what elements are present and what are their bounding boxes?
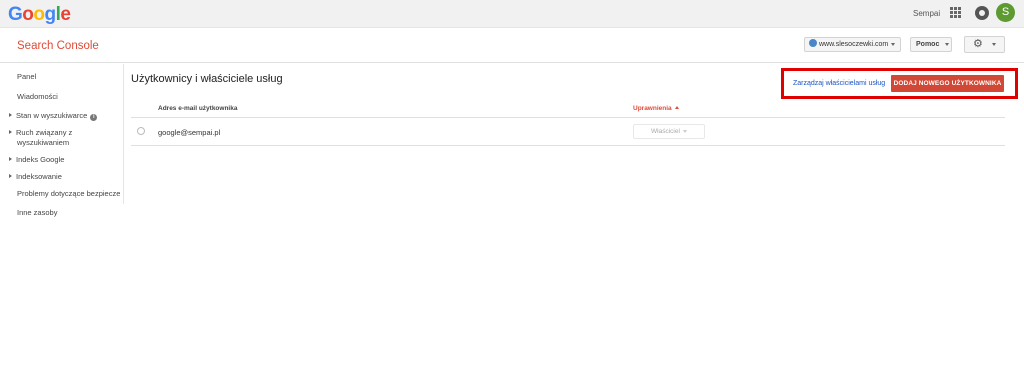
- column-header-permissions[interactable]: Uprawnienia: [633, 105, 679, 112]
- expand-arrow-icon: [9, 113, 12, 117]
- expand-arrow-icon: [9, 174, 12, 178]
- sidebar-item-label: Wiadomości: [17, 92, 58, 101]
- column-header-permissions-label: Uprawnienia: [633, 105, 672, 112]
- logo-letter: g: [44, 4, 57, 25]
- expand-arrow-icon: [9, 130, 12, 134]
- logo-letter: o: [33, 4, 45, 25]
- site-selector-label: www.slesoczewki.com: [819, 41, 889, 48]
- logo-letter: e: [60, 4, 71, 25]
- sidebar-item-label: Ruch związany z: [16, 128, 73, 137]
- role-selector-label: Właściciel: [651, 128, 680, 135]
- chevron-down-icon: [945, 42, 950, 46]
- site-globe-icon: [809, 39, 817, 47]
- google-logo[interactable]: Google: [8, 4, 71, 26]
- table-row: google@sempai.pl Właściciel: [131, 119, 1005, 146]
- role-selector[interactable]: Właściciel: [633, 124, 705, 139]
- sidebar-item-messages[interactable]: Wiadomości: [17, 92, 58, 102]
- sort-ascending-icon: [674, 106, 679, 109]
- sidebar-item-panel[interactable]: Panel: [17, 72, 36, 82]
- gear-icon: ⚙: [973, 38, 983, 50]
- chevron-down-icon: [682, 129, 687, 133]
- users-table: Adres e-mail użytkownika Uprawnienia goo…: [131, 101, 1005, 146]
- logo-letter: G: [8, 4, 23, 25]
- avatar[interactable]: S: [996, 3, 1015, 22]
- sidebar-item-label: Stan w wyszukiwarce: [16, 111, 88, 120]
- user-email: google@sempai.pl: [158, 128, 221, 137]
- sidebar-item-crawl[interactable]: Indeksowanie: [9, 172, 62, 182]
- page-title: Użytkownicy i właściciele usług: [131, 73, 283, 85]
- table-header: Adres e-mail użytkownika Uprawnienia: [131, 101, 1005, 118]
- sidebar-item-label: Problemy dotyczące bezpiecze: [17, 189, 121, 198]
- username[interactable]: Sempai: [913, 9, 940, 18]
- expand-arrow-icon: [9, 157, 12, 161]
- sidebar-item-label: Panel: [17, 72, 37, 81]
- sidebar-item-search-appearance[interactable]: Stan w wyszukiwarce i: [9, 111, 98, 121]
- site-selector[interactable]: www.slesoczewki.com: [804, 37, 901, 52]
- sidebar-item-security-issues[interactable]: Problemy dotyczące bezpiecze: [17, 189, 120, 199]
- sidebar-item-label: Indeksowanie: [16, 172, 62, 181]
- google-bar: Google Sempai S: [0, 0, 1024, 28]
- settings-button[interactable]: ⚙: [964, 36, 1005, 53]
- help-button[interactable]: Pomoc: [910, 37, 952, 52]
- notifications-icon[interactable]: [975, 6, 989, 20]
- product-title[interactable]: Search Console: [17, 40, 99, 52]
- info-icon[interactable]: i: [90, 114, 98, 121]
- sidebar-item-search-traffic[interactable]: Ruch związany z wyszukiwaniem: [9, 128, 72, 148]
- sidebar-item-google-index[interactable]: Indeks Google: [9, 155, 64, 165]
- logo-letter: o: [22, 4, 34, 25]
- search-console-header: Search Console www.slesoczewki.com Pomoc…: [0, 28, 1024, 63]
- sidebar-nav: Panel Wiadomości Stan w wyszukiwarce i Ru…: [0, 64, 124, 204]
- sidebar-item-label: Inne zasoby: [17, 208, 58, 217]
- sidebar-item-label-line2: wyszukiwaniem: [17, 138, 70, 147]
- sidebar-item-label: Indeks Google: [16, 155, 65, 164]
- highlight-annotation-box: [781, 68, 1018, 99]
- apps-grid-icon[interactable]: [950, 7, 961, 18]
- sidebar-item-other-resources[interactable]: Inne zasoby: [17, 208, 57, 218]
- chevron-down-icon: [991, 42, 996, 46]
- help-button-label: Pomoc: [916, 41, 940, 48]
- column-header-email[interactable]: Adres e-mail użytkownika: [158, 105, 237, 112]
- chevron-down-icon: [891, 42, 896, 46]
- row-radio[interactable]: [137, 127, 145, 135]
